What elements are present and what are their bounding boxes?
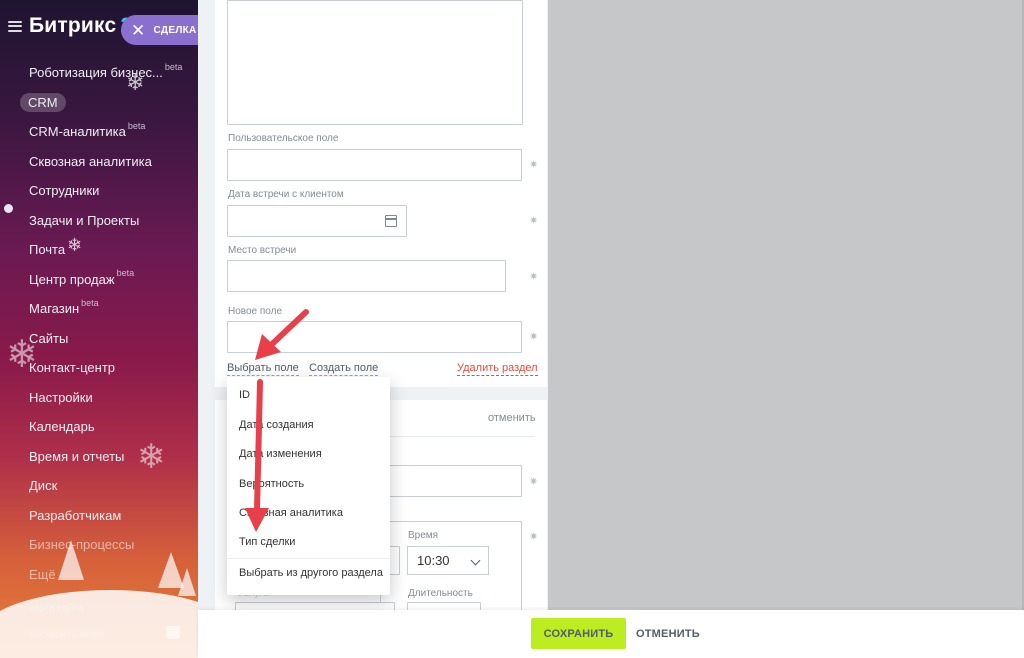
- sidebar-item-robotization[interactable]: Роботизация бизнес... beta: [0, 58, 198, 88]
- sidebar-item-label: CRM-аналитика: [29, 124, 126, 140]
- sidebar-item-label: CRM: [20, 92, 66, 112]
- gear-icon[interactable]: ✷: [529, 272, 539, 283]
- footer-bar: СОХРАНИТЬ ОТМЕНИТЬ: [198, 610, 1024, 658]
- sidebar-item-label: Центр продаж: [29, 271, 115, 287]
- sidebar-item-label: Магазин: [29, 301, 80, 317]
- sidebar-item-label: Календарь: [29, 419, 95, 435]
- sidebar-item-shop[interactable]: Магазин beta: [0, 294, 198, 324]
- beta-badge: beta: [81, 297, 99, 308]
- sidebar-item-label: Контакт-центр: [29, 360, 116, 376]
- sidebar-item-label: Почта: [29, 242, 66, 258]
- menu-burger-icon[interactable]: [8, 20, 22, 32]
- dropdown-item-probability[interactable]: Вероятность: [239, 478, 304, 490]
- snowflake-icon: ❄: [67, 235, 83, 255]
- meeting-place-input[interactable]: [227, 260, 506, 292]
- snow-hill-decoration: [0, 590, 198, 658]
- dropdown-separator: [227, 558, 390, 559]
- field-label: Новое поле: [228, 306, 283, 317]
- dropdown-item-other-section[interactable]: Выбрать из другого раздела: [239, 567, 383, 579]
- meeting-date-input[interactable]: [227, 205, 407, 237]
- field-select-dropdown: ID Дата создания Дата изменения Вероятно…: [227, 377, 390, 595]
- sidebar-item-tasks[interactable]: Задачи и Проекты: [0, 206, 198, 236]
- sidebar-item-settings[interactable]: Настройки: [0, 383, 198, 413]
- deal-tab-label: СДЕЛКА: [153, 24, 197, 36]
- select-field-link[interactable]: Выбрать поле: [227, 362, 299, 376]
- sidebar-item-crm[interactable]: CRM: [0, 88, 198, 118]
- sidebar-item-label: Сквозная аналитика: [29, 153, 152, 169]
- save-button[interactable]: СОХРАНИТЬ: [531, 618, 626, 649]
- gear-icon[interactable]: ✷: [529, 216, 539, 227]
- sidebar-item-time-reports[interactable]: Время и отчеты: [0, 442, 198, 472]
- section-cancel-link[interactable]: отменить: [488, 412, 536, 424]
- sidebar-item-developers[interactable]: Разработчикам: [0, 501, 198, 531]
- gear-icon[interactable]: ✷: [529, 160, 539, 171]
- sidebar-item-label: Настройки: [29, 389, 93, 405]
- left-sidebar: Битрикс 24 Роботизация бизнес...beta CRM…: [0, 0, 198, 658]
- sidebar-item-label: Задачи и Проекты: [29, 212, 140, 228]
- printer-icon[interactable]: [166, 626, 180, 639]
- beta-badge: beta: [116, 268, 135, 279]
- field-label: Дата встречи с клиентом: [228, 189, 344, 200]
- dropdown-item-created-date[interactable]: Дата создания: [239, 419, 314, 431]
- new-field-input[interactable]: [227, 321, 522, 353]
- sidebar-item-label: Ещё: [29, 566, 56, 582]
- gear-icon[interactable]: ✷: [529, 332, 539, 343]
- create-field-link[interactable]: Создать поле: [309, 362, 379, 376]
- sidebar-item-label: Разработчикам: [29, 507, 122, 523]
- time-label: Время: [408, 530, 439, 541]
- tree-decoration: [58, 540, 84, 580]
- sidebar-item-calendar[interactable]: Календарь: [0, 412, 198, 442]
- sidebar-item-employees[interactable]: Сотрудники: [0, 176, 198, 206]
- sidebar-item-sales-center[interactable]: Центр продаж beta: [0, 265, 198, 295]
- overlay-panel: [548, 0, 1024, 610]
- time-select[interactable]: 10:30: [407, 546, 489, 575]
- cancel-button[interactable]: ОТМЕНИТЬ: [636, 628, 700, 640]
- beta-badge: beta: [164, 61, 183, 72]
- sidebar-item-end-to-end-analytics[interactable]: Сквозная аналитика: [0, 147, 198, 177]
- sidebar-item-label: Диск: [29, 478, 58, 494]
- snowflake-icon: ❄: [137, 438, 166, 476]
- time-value: 10:30: [417, 553, 450, 568]
- sidebar-item-label: Сотрудники: [29, 183, 100, 199]
- sidebar-item-mail[interactable]: Почта: [0, 235, 198, 265]
- configure-menu-link[interactable]: настроить меню: [29, 629, 104, 640]
- tree-decoration: [178, 568, 196, 596]
- sidebar-item-crm-analytics[interactable]: CRM-аналитика beta: [0, 117, 198, 147]
- close-icon[interactable]: ✕: [131, 22, 146, 39]
- dropdown-item-modified-date[interactable]: Дата изменения: [239, 448, 322, 460]
- sidebar-menu: Роботизация бизнес... beta CRM CRM-аналит…: [0, 58, 198, 589]
- section-input[interactable]: [380, 465, 522, 497]
- dropdown-item-deal-type[interactable]: Тип сделки: [239, 536, 295, 548]
- field-label: Пользовательское поле: [228, 133, 339, 144]
- calendar-icon[interactable]: [385, 215, 397, 227]
- field-label: Место встречи: [228, 245, 297, 256]
- chevron-down-icon: [470, 555, 481, 566]
- textarea-field[interactable]: [227, 0, 523, 125]
- sidebar-item-label: Время и отчеты: [29, 448, 125, 464]
- snowflake-icon: ❄: [6, 334, 38, 376]
- deal-slider-tab[interactable]: ✕ СДЕЛКА: [121, 15, 207, 45]
- site-map-link[interactable]: карта сайта: [29, 603, 83, 614]
- gear-icon[interactable]: ✷: [529, 477, 539, 488]
- sidebar-item-disk[interactable]: Диск: [0, 471, 198, 501]
- custom-field-input[interactable]: [227, 149, 522, 181]
- logo-text[interactable]: Битрикс: [29, 14, 116, 38]
- snowflake-icon: ❄: [126, 70, 145, 95]
- beta-badge: beta: [127, 120, 146, 131]
- delete-section-link[interactable]: Удалить раздел: [457, 362, 538, 376]
- dropdown-item-id[interactable]: ID: [239, 389, 250, 401]
- duration-label: Длительность: [408, 588, 473, 599]
- gear-icon[interactable]: ✷: [529, 532, 539, 543]
- indicator-dot: [4, 204, 13, 213]
- dropdown-item-end-to-end-analytics[interactable]: Сквозная аналитика: [239, 507, 343, 519]
